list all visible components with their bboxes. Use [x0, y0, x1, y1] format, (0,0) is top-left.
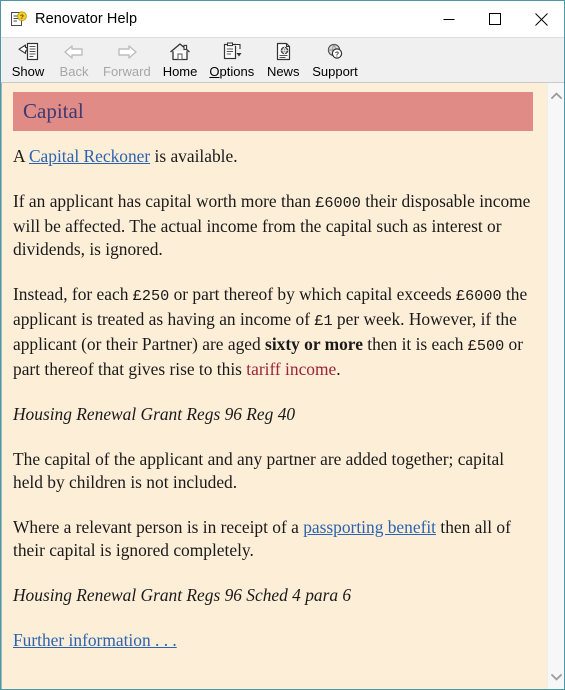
scrollbar-track[interactable] [548, 104, 565, 668]
text-run: Where a relevant person is in receipt of… [13, 517, 304, 537]
page-heading-banner: Capital [13, 92, 533, 131]
vertical-scrollbar[interactable] [547, 83, 564, 689]
toolbar-label-show: Show [11, 64, 45, 79]
glossary-term-tariff-income[interactable]: tariff income [246, 359, 336, 379]
amount-250: £250 [132, 287, 170, 305]
amount-6000: £6000 [315, 194, 361, 212]
text-run: or part thereof by which capital exceeds [169, 284, 457, 304]
toolbar-label-forward: Forward [103, 64, 151, 79]
toolbar-label-home: Home [162, 64, 198, 79]
globe-question-icon: ? [322, 40, 348, 63]
svg-text:?: ? [20, 14, 24, 21]
toolbar-button-support[interactable]: ? Support [306, 38, 364, 82]
link-capital-reckoner[interactable]: Capital Reckoner [29, 146, 150, 166]
link-passporting-benefit[interactable]: passporting benefit [303, 517, 436, 537]
clipboard-menu-icon [219, 40, 245, 63]
toolbar-button-home[interactable]: Home [157, 38, 204, 82]
toolbar-accel-options: O [209, 64, 220, 79]
show-panel-icon [15, 40, 41, 63]
toolbar-label-options: Options [209, 64, 254, 80]
svg-text:?: ? [335, 51, 339, 58]
toolbar-button-options[interactable]: Options [203, 38, 260, 82]
window-controls [426, 1, 564, 37]
citation-sched-4-para-6: Housing Renewal Grant Regs 96 Sched 4 pa… [13, 585, 352, 605]
paragraph-tariff-rules: Instead, for each £250 or part thereof b… [13, 283, 533, 381]
citation-reg-40: Housing Renewal Grant Regs 96 Reg 40 [13, 404, 296, 424]
toolbar-button-news[interactable]: News [260, 38, 306, 82]
toolbar-button-back[interactable]: Back [51, 38, 97, 82]
paragraph-intro: A Capital Reckoner is available. [13, 145, 533, 168]
text-run: A [13, 146, 29, 166]
text-run: Instead, for each [13, 284, 133, 304]
help-window: ? Renovator Help Show Back Forward Home … [0, 0, 565, 690]
amount-1: £1 [314, 312, 333, 330]
amount-500: £500 [467, 337, 505, 355]
paragraph-further-information: Further information . . . [13, 629, 533, 652]
paragraph-aggregation: The capital of the applicant and any par… [13, 449, 505, 492]
toolbar-button-show[interactable]: Show [5, 38, 51, 82]
arrow-left-icon [61, 40, 87, 63]
help-document-icon: ? [10, 10, 27, 28]
content-area: Capital A Capital Reckoner is available.… [1, 83, 564, 689]
arrow-right-icon [114, 40, 140, 63]
close-button[interactable] [518, 1, 564, 37]
toolbar-label-options-rest: ptions [219, 64, 255, 79]
text-run: then it is each [362, 334, 468, 354]
amount-6000-second: £6000 [456, 287, 502, 305]
toolbar-label-back: Back [59, 64, 89, 79]
toolbar-button-forward[interactable]: Forward [97, 38, 157, 82]
window-title: Renovator Help [35, 11, 138, 27]
maximize-button[interactable] [472, 1, 518, 37]
toolbar-label-news: News [266, 64, 300, 79]
link-further-information[interactable]: Further information . . . [13, 630, 177, 650]
paragraph-capital-threshold: If an applicant has capital worth more t… [13, 190, 533, 261]
emphasis-sixty-or-more: sixty or more [265, 334, 363, 354]
toolbar: Show Back Forward Home Options News ? Su… [1, 37, 564, 83]
chevron-up-icon[interactable] [548, 87, 565, 104]
chevron-down-icon[interactable] [548, 668, 565, 685]
toolbar-label-support: Support [312, 64, 358, 79]
text-run: is available. [150, 146, 238, 166]
house-icon [167, 40, 193, 63]
page-globe-icon [270, 40, 296, 63]
paragraph-passporting: Where a relevant person is in receipt of… [13, 516, 533, 562]
text-run: . [336, 359, 341, 379]
text-run: If an applicant has capital worth more t… [13, 191, 316, 211]
help-document: Capital A Capital Reckoner is available.… [2, 83, 547, 689]
minimize-button[interactable] [426, 1, 472, 37]
page-title: Capital [23, 99, 84, 123]
title-bar: ? Renovator Help [1, 1, 564, 37]
